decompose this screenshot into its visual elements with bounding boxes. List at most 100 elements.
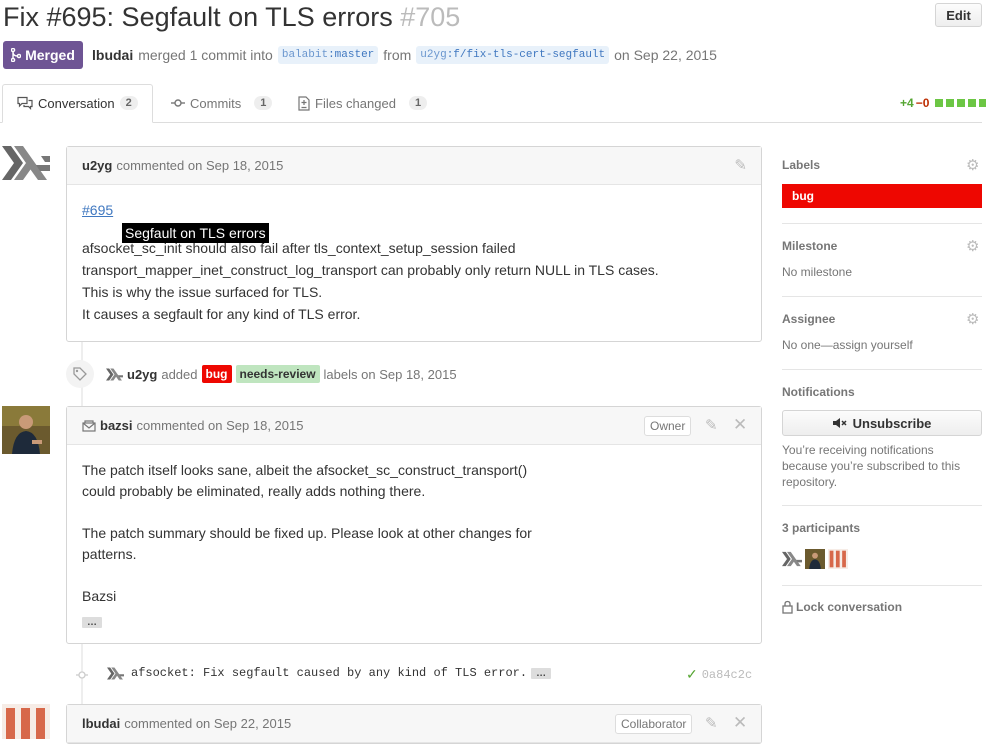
- head-branch: f/fix-tls-cert-segfault: [453, 49, 606, 61]
- comment-discussion-icon: [17, 96, 33, 110]
- head-branch-ref[interactable]: u2yg:f/fix-tls-cert-segfault: [416, 46, 610, 64]
- email-icon: [82, 419, 96, 432]
- comment-meta[interactable]: commented on Sep 18, 2015: [116, 158, 283, 173]
- pencil-icon[interactable]: ✎: [705, 714, 718, 732]
- unsubscribe-button[interactable]: Unsubscribe: [782, 410, 982, 436]
- label-event: u2yg added bug needs-review labels on Se…: [106, 365, 457, 383]
- lock-conversation-link[interactable]: Lock conversation: [782, 600, 902, 614]
- lock-icon: [782, 600, 793, 614]
- base-repo: balabit: [281, 49, 329, 61]
- edit-button[interactable]: Edit: [935, 3, 982, 27]
- comment-line: The patch summary should be fixed up. Pl…: [82, 525, 532, 541]
- base-branch: master: [334, 49, 375, 61]
- comment-line: could probably be eliminated, really add…: [82, 483, 426, 499]
- diffstat-deletions: −0: [915, 96, 930, 110]
- close-icon[interactable]: ✕: [733, 415, 747, 435]
- comment-author[interactable]: lbudai: [82, 716, 120, 731]
- comment-header: u2yg commented on Sep 18, 2015 ✎: [67, 147, 761, 185]
- commit-status: ✓ 0a84c2c: [686, 666, 752, 683]
- base-branch-ref[interactable]: balabit:master: [277, 46, 379, 64]
- close-icon[interactable]: ✕: [733, 713, 747, 733]
- issue-link[interactable]: #695: [82, 202, 113, 218]
- sidebar-divider: [782, 296, 982, 297]
- comment-author[interactable]: u2yg: [82, 158, 112, 173]
- pencil-icon[interactable]: ✎: [734, 156, 747, 174]
- milestone-gear-icon[interactable]: ⚙: [966, 237, 979, 255]
- tab-conversation-count: 2: [119, 96, 138, 110]
- tag-icon: [66, 360, 94, 388]
- tab-commits[interactable]: Commits 1: [171, 84, 273, 122]
- diffstat-additions: +4: [900, 96, 914, 110]
- diffstat-block: [946, 99, 955, 107]
- avatar-u2yg-small[interactable]: [106, 367, 123, 381]
- event-suffix: labels on Sep 18, 2015: [323, 366, 457, 382]
- tab-conversation[interactable]: Conversation 2: [17, 84, 138, 122]
- comment-line: The patch itself looks sane, albeit the …: [82, 462, 528, 478]
- merge-text: merged 1 commit into: [138, 47, 273, 63]
- comment-meta[interactable]: commented on Sep 18, 2015: [137, 418, 304, 433]
- notifications-text: You’re receiving notifications because y…: [782, 443, 961, 489]
- tab-files-changed-count: 1: [408, 96, 428, 110]
- commit-expander[interactable]: …: [531, 667, 552, 679]
- from-text: from: [383, 47, 412, 63]
- comment-line: patterns.: [82, 546, 137, 562]
- milestone-title: Milestone: [782, 239, 838, 253]
- sidebar-divider: [782, 223, 982, 224]
- tab-files-changed[interactable]: Files changed 1: [298, 84, 428, 122]
- avatar-u2yg-small[interactable]: [107, 666, 124, 680]
- tab-commits-count: 1: [254, 96, 273, 110]
- labels-gear-icon[interactable]: ⚙: [966, 156, 979, 174]
- assignee-title: Assignee: [782, 312, 836, 326]
- participant-avatar-u2yg[interactable]: [782, 549, 802, 569]
- participants-avatars: [782, 549, 848, 569]
- check-icon[interactable]: ✓: [686, 666, 698, 683]
- comment-line: It causes a segfault for any kind of TLS…: [82, 306, 361, 322]
- tab-files-changed-label: Files changed: [315, 95, 396, 111]
- comment-header: bazsi commented on Sep 18, 2015 Owner ✎ …: [67, 407, 761, 445]
- comment-line: transport_mapper_inet_construct_log_tran…: [82, 262, 659, 278]
- head-repo: u2yg: [420, 49, 447, 61]
- git-commit-icon: [76, 668, 88, 680]
- link-tooltip: Segfault on TLS errors: [122, 223, 269, 243]
- sidebar-label-bug[interactable]: bug: [782, 184, 982, 208]
- participant-avatar-bazsi[interactable]: [805, 549, 825, 569]
- merged-status-badge: Merged: [3, 41, 83, 69]
- sidebar-divider: [782, 585, 982, 586]
- pr-number: #705: [400, 2, 461, 32]
- tab-conversation-label: Conversation: [38, 95, 115, 111]
- avatar-bazsi[interactable]: [2, 406, 50, 454]
- pencil-icon[interactable]: ✎: [705, 416, 718, 434]
- diff-icon: [298, 95, 310, 111]
- participants-title: 3 participants: [782, 521, 861, 535]
- comment-meta[interactable]: commented on Sep 22, 2015: [124, 716, 291, 731]
- diffstat-block: [979, 99, 986, 107]
- label-bug[interactable]: bug: [201, 365, 232, 383]
- pr-title-text: Fix #695: Segfault on TLS errors: [3, 2, 393, 32]
- unsubscribe-label: Unsubscribe: [852, 415, 932, 431]
- event-actor[interactable]: u2yg: [127, 367, 157, 382]
- collaborator-label: Collaborator: [615, 714, 693, 734]
- mute-icon: [832, 418, 847, 428]
- hidden-text-expander[interactable]: …: [82, 617, 102, 628]
- label-needs-review[interactable]: needs-review: [235, 365, 320, 383]
- assignee-gear-icon[interactable]: ⚙: [966, 310, 979, 328]
- commit-sha[interactable]: 0a84c2c: [702, 668, 752, 682]
- avatar-lbudai[interactable]: [2, 704, 50, 739]
- merge-author-link[interactable]: lbudai: [92, 47, 133, 63]
- comment-bazsi: bazsi commented on Sep 18, 2015 Owner ✎ …: [66, 406, 762, 644]
- avatar-u2yg[interactable]: [2, 146, 50, 194]
- git-commit-icon: [171, 99, 185, 107]
- sidebar-divider: [782, 369, 982, 370]
- comment-u2yg: u2yg commented on Sep 18, 2015 ✎ #695 af…: [66, 146, 762, 342]
- diffstat-block: [957, 99, 966, 107]
- event-action: added: [161, 366, 198, 382]
- git-merge-icon: [11, 48, 22, 62]
- comment-author[interactable]: bazsi: [100, 418, 133, 433]
- assign-yourself-link[interactable]: No one—assign yourself: [782, 338, 913, 352]
- notifications-title: Notifications: [782, 385, 855, 399]
- lock-conversation-label: Lock conversation: [796, 600, 903, 614]
- commit-message[interactable]: afsocket: Fix segfault caused by any kin…: [131, 666, 527, 680]
- participant-avatar-lbudai[interactable]: [828, 549, 848, 569]
- milestone-value: No milestone: [782, 265, 853, 279]
- comment-body: The patch itself looks sane, albeit the …: [67, 445, 761, 643]
